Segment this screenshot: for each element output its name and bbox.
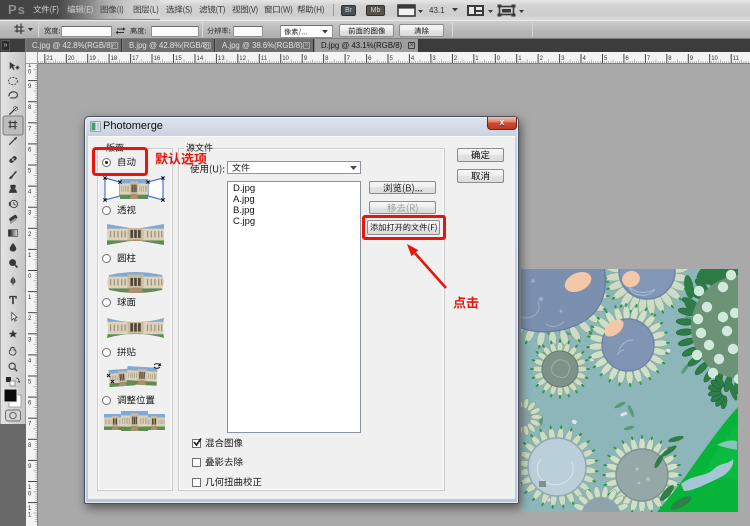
- svg-text:17: 17: [132, 56, 139, 62]
- svg-text:18: 18: [111, 56, 118, 62]
- svg-text:21: 21: [46, 56, 53, 62]
- svg-text:12: 12: [239, 56, 246, 62]
- svg-text:20: 20: [68, 56, 75, 62]
- svg-text:11: 11: [733, 56, 740, 62]
- svg-text:10: 10: [282, 56, 289, 62]
- svg-text:14: 14: [197, 56, 204, 62]
- svg-text:11: 11: [261, 56, 268, 62]
- svg-text:10: 10: [711, 56, 718, 62]
- svg-text:15: 15: [175, 56, 182, 62]
- svg-text:16: 16: [154, 56, 161, 62]
- svg-text:13: 13: [218, 56, 225, 62]
- svg-text:19: 19: [89, 56, 96, 62]
